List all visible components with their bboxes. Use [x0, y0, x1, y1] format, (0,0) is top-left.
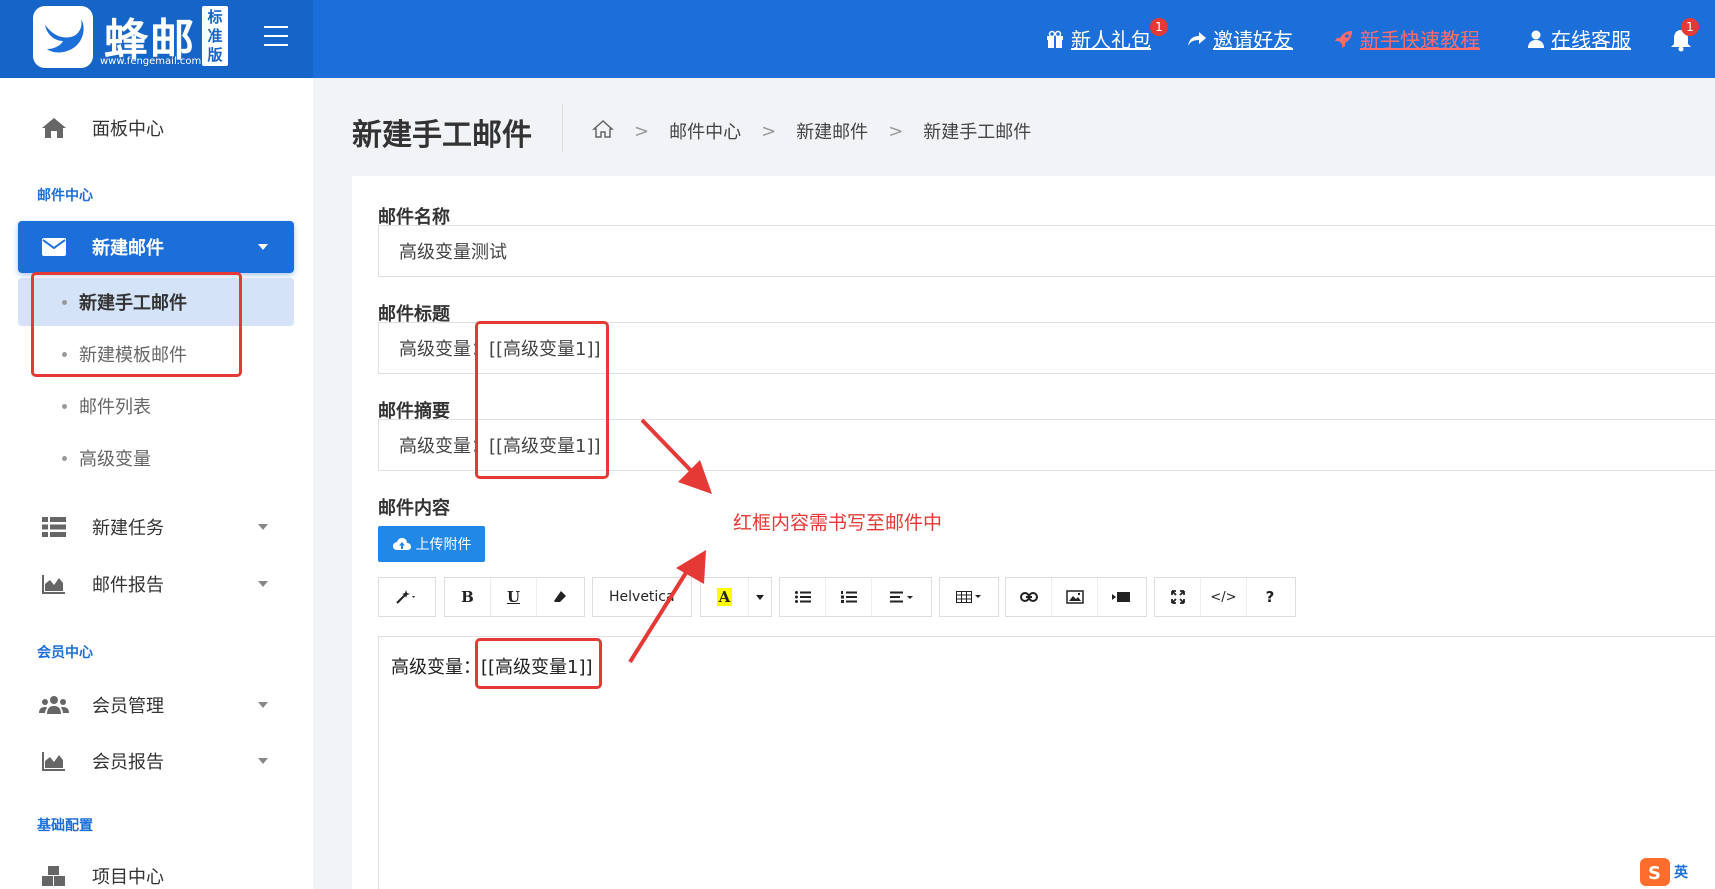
sidebar-item-label: 新建任务	[92, 518, 164, 539]
gift-icon	[1047, 30, 1063, 48]
annotation-box-editor	[475, 638, 602, 689]
ime-lang: 英	[1674, 865, 1688, 881]
chevron-down-icon	[258, 244, 268, 250]
sidebar-item-label: 新建邮件	[92, 238, 164, 259]
rocket-icon	[1335, 30, 1352, 48]
sidebar-item-project-center[interactable]: 项目中心	[18, 850, 294, 889]
section-title-mail: 邮件中心	[37, 188, 93, 204]
sidebar-item-label: 邮件报告	[92, 575, 164, 596]
bird-logo-icon	[33, 6, 93, 68]
invite-label: 邀请好友	[1213, 28, 1293, 52]
image-icon[interactable]	[1052, 578, 1098, 616]
sidebar-item-label: 会员报告	[92, 752, 164, 773]
table-icon[interactable]	[940, 578, 998, 616]
breadcrumb: > 邮件中心 > 新建邮件 > 新建手工邮件	[592, 118, 1031, 144]
cloud-upload-icon	[392, 538, 411, 550]
edition-badge: 标 准 版	[202, 6, 228, 66]
tutorial-link[interactable]: 新手快速教程	[1334, 24, 1480, 53]
chevron-right-icon: >	[888, 120, 904, 142]
fullscreen-icon[interactable]	[1155, 578, 1201, 616]
sidebar-item-label: 面板中心	[92, 119, 164, 140]
support-link[interactable]: 在线客服	[1527, 24, 1631, 53]
caret-down-icon[interactable]	[749, 578, 771, 616]
upload-label: 上传附件	[415, 537, 472, 553]
sidebar-item-member-report[interactable]: 会员报告	[18, 735, 294, 787]
annotation-box-sidebar	[31, 272, 242, 377]
home-icon[interactable]	[592, 119, 614, 144]
svg-text:S: S	[1648, 863, 1661, 884]
top-bar: 蜂邮 www.fengemail.com 标 准 版 新人礼包 1 邀请好友 新…	[0, 0, 1715, 78]
chevron-down-icon	[258, 702, 268, 708]
magic-wand-icon[interactable]	[379, 578, 435, 616]
logo-url: www.fengemail.com	[100, 56, 202, 67]
sidebar-subitem-mail-list[interactable]: 邮件列表	[18, 382, 294, 430]
align-dropdown-icon[interactable]	[872, 578, 931, 616]
numbered-list-icon[interactable]	[826, 578, 872, 616]
section-title-member: 会员中心	[37, 645, 93, 661]
annotation-box-fields	[475, 321, 609, 479]
chevron-right-icon: >	[761, 120, 777, 142]
support-label: 在线客服	[1551, 28, 1631, 52]
notification-badge: 1	[1681, 18, 1699, 36]
code-view-button[interactable]: </>	[1201, 578, 1247, 616]
underline-button[interactable]: U	[491, 578, 537, 616]
sidebar-item-new-mail[interactable]: 新建邮件	[18, 221, 294, 273]
chevron-right-icon: >	[634, 120, 650, 142]
link-icon[interactable]	[1006, 578, 1052, 616]
sidebar-item-label: 项目中心	[92, 867, 164, 888]
ime-indicator[interactable]: S 英	[1640, 858, 1688, 886]
toolbar-paragraph-group	[779, 577, 932, 617]
annotation-arrows	[628, 418, 712, 664]
tutorial-label: 新手快速教程	[1360, 28, 1480, 52]
toolbar-view-group: </> ?	[1154, 577, 1296, 617]
eraser-icon[interactable]	[537, 578, 583, 616]
chevron-down-icon	[258, 581, 268, 587]
bold-button[interactable]: B	[445, 578, 491, 616]
menu-toggle-icon[interactable]	[264, 26, 288, 46]
video-icon[interactable]	[1098, 578, 1144, 616]
sidebar-item-member-manage[interactable]: 会员管理	[18, 679, 294, 731]
toolbar-format-group: B U	[444, 577, 585, 617]
gift-link[interactable]: 新人礼包	[1045, 24, 1151, 53]
users-icon	[30, 695, 78, 715]
breadcrumb-item[interactable]: 新建邮件	[796, 118, 868, 144]
area-chart-icon	[30, 574, 78, 594]
boxes-icon	[30, 866, 78, 886]
bullet-list-icon[interactable]	[780, 578, 826, 616]
breadcrumb-item[interactable]: 邮件中心	[669, 118, 741, 144]
gift-badge: 1	[1150, 18, 1168, 36]
invite-link[interactable]: 邀请好友	[1187, 24, 1293, 53]
mail-name-input[interactable]: 高级变量测试	[378, 225, 1715, 277]
sidebar-subitem-advanced-vars[interactable]: 高级变量	[18, 434, 294, 482]
toolbar-table-group	[939, 577, 999, 617]
upload-attachment-button[interactable]: 上传附件	[378, 526, 485, 562]
help-button[interactable]: ?	[1247, 578, 1293, 616]
sidebar-item-mail-report[interactable]: 邮件报告	[18, 558, 294, 610]
toolbar-insert-group	[1005, 577, 1147, 617]
section-title-config: 基础配置	[37, 818, 93, 834]
envelope-icon	[30, 238, 78, 256]
toolbar-style-group	[378, 577, 436, 617]
mail-content-label: 邮件内容	[378, 498, 450, 519]
list-icon	[30, 517, 78, 537]
home-icon	[30, 117, 78, 139]
sidebar-subitem-label: 邮件列表	[79, 397, 151, 418]
sidebar-item-dashboard[interactable]: 面板中心	[18, 102, 294, 154]
page-title: 新建手工邮件	[352, 118, 532, 153]
chevron-down-icon	[258, 758, 268, 764]
sidebar-item-new-task[interactable]: 新建任务	[18, 501, 294, 553]
user-icon	[1528, 30, 1544, 48]
sogou-icon: S	[1640, 858, 1670, 886]
annotation-text: 红框内容需书写至邮件中	[733, 512, 943, 534]
chevron-down-icon	[258, 524, 268, 530]
share-icon	[1188, 31, 1206, 46]
area-chart-icon	[30, 751, 78, 771]
breadcrumb-item: 新建手工邮件	[923, 122, 1032, 143]
gift-label: 新人礼包	[1071, 28, 1151, 52]
sidebar-item-label: 会员管理	[92, 696, 164, 717]
sidebar-subitem-label: 高级变量	[79, 449, 151, 470]
